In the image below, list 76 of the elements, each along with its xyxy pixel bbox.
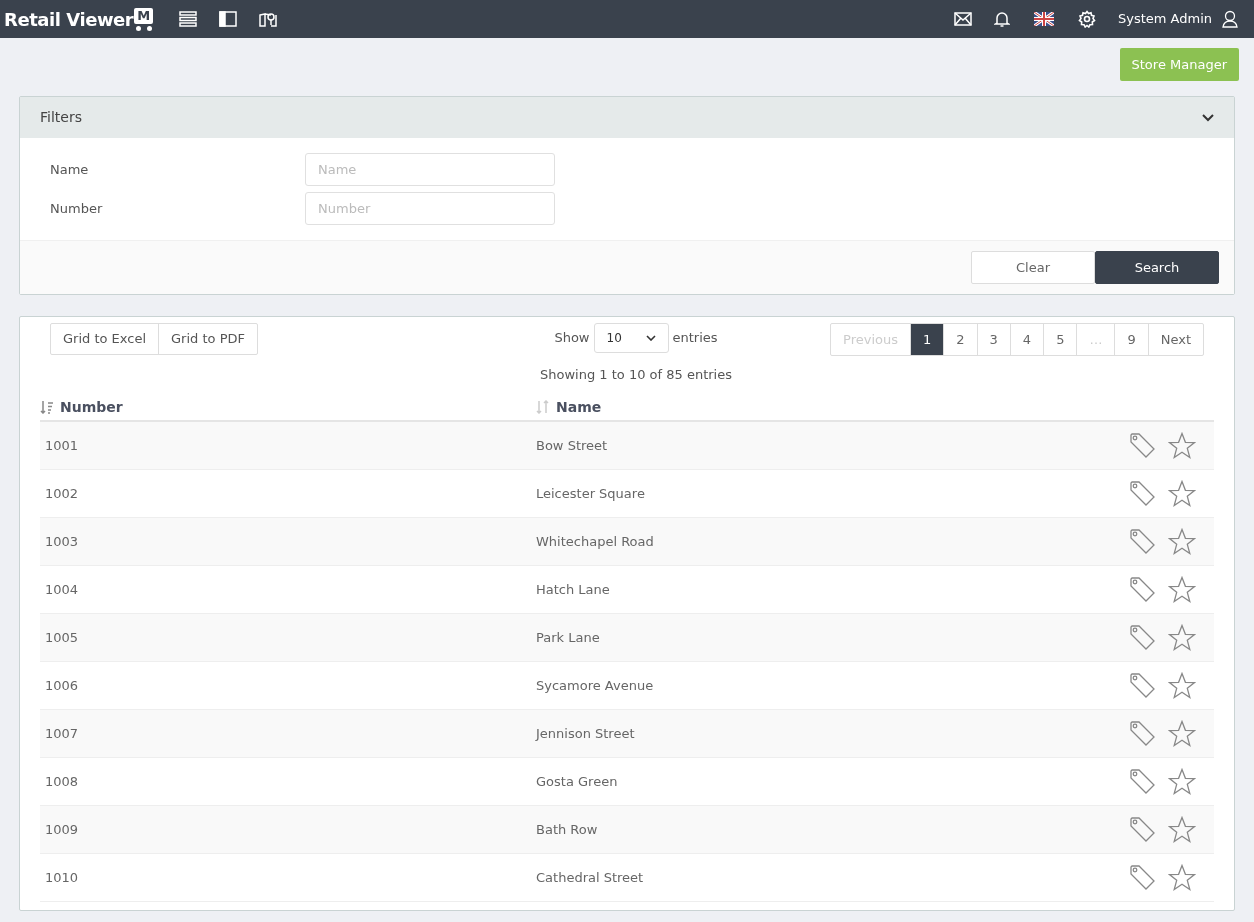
page-link[interactable]: 4 — [1009, 324, 1044, 355]
table-cell: Gosta Green — [536, 773, 618, 789]
page-link[interactable]: 2 — [943, 324, 977, 355]
column-header[interactable]: Number — [60, 396, 123, 418]
clear-button[interactable]: Clear — [971, 251, 1095, 284]
star-icon[interactable] — [1168, 575, 1196, 604]
table-cell: 1009 — [45, 821, 79, 837]
tag-icon[interactable] — [1129, 816, 1156, 843]
page-link[interactable]: 1 — [910, 324, 944, 355]
export-button[interactable]: Grid to Excel — [51, 324, 159, 354]
table-cell: Jennison Street — [536, 725, 635, 741]
table-cell: Whitechapel Road — [536, 533, 654, 549]
page-link[interactable]: 5 — [1043, 324, 1077, 355]
tag-icon[interactable] — [1129, 864, 1156, 891]
field-label: Number — [50, 199, 104, 218]
tag-icon[interactable] — [1129, 480, 1156, 507]
column-header[interactable]: Name — [556, 396, 602, 418]
table-cell: 1007 — [45, 725, 79, 741]
flag-icon[interactable] — [1033, 12, 1054, 26]
star-icon[interactable] — [1168, 527, 1196, 556]
filters-title: Filters — [40, 108, 82, 127]
page-link[interactable]: Next — [1147, 324, 1203, 355]
entries-info: Showing 1 to 10 of 85 entries — [540, 366, 732, 384]
tag-icon[interactable] — [1129, 672, 1156, 699]
star-icon[interactable] — [1168, 719, 1196, 748]
tag-icon[interactable] — [1129, 528, 1156, 555]
tag-icon[interactable] — [1129, 768, 1156, 795]
search-button[interactable]: Search — [1095, 251, 1219, 284]
chevron-icon[interactable] — [1202, 113, 1214, 122]
table-cell: 1001 — [45, 437, 79, 453]
tag-icon[interactable] — [1129, 624, 1156, 651]
table-cell: 1003 — [45, 533, 79, 549]
show-label: Show — [554, 329, 590, 348]
filters-header[interactable]: Filters — [20, 97, 1234, 138]
table-cell: Sycamore Avenue — [536, 677, 654, 693]
star-icon[interactable] — [1168, 863, 1196, 892]
list-icon[interactable] — [179, 11, 198, 27]
map-pin-icon[interactable] — [259, 11, 278, 27]
user-name[interactable]: System Admin — [1117, 9, 1212, 29]
sort-icon[interactable] — [40, 400, 54, 414]
table-cell: 1004 — [45, 581, 79, 597]
page-link[interactable]: 3 — [976, 324, 1010, 355]
table-cell: Bow Street — [536, 437, 608, 453]
table-cell: 1006 — [45, 677, 79, 693]
page-size-select[interactable]: 10 — [593, 323, 669, 353]
field-label: Name — [50, 160, 90, 179]
table-cell: Bath Row — [536, 821, 598, 837]
table-cell: 1002 — [45, 485, 79, 501]
logo-text: Retail Viewer — [4, 7, 134, 32]
star-icon[interactable] — [1168, 431, 1196, 460]
tag-icon[interactable] — [1129, 432, 1156, 459]
star-icon[interactable] — [1168, 815, 1196, 844]
user-icon[interactable] — [1222, 10, 1238, 28]
star-icon[interactable] — [1168, 671, 1196, 700]
input-field[interactable]: Name — [305, 153, 555, 186]
table-cell: Hatch Lane — [536, 581, 610, 597]
export-button[interactable]: Grid to PDF — [158, 324, 257, 354]
bell-icon[interactable] — [993, 11, 1010, 27]
tag-icon[interactable] — [1129, 576, 1156, 603]
tag-icon[interactable] — [1129, 720, 1156, 747]
table-cell: 1005 — [45, 629, 79, 645]
settings-icon[interactable] — [1077, 10, 1096, 28]
table-cell: 1008 — [45, 773, 79, 789]
star-icon[interactable] — [1168, 767, 1196, 796]
input-field[interactable]: Number — [305, 192, 555, 225]
table-cell: 1010 — [45, 869, 79, 885]
entries-label: entries — [672, 329, 718, 348]
star-icon[interactable] — [1168, 623, 1196, 652]
star-icon[interactable] — [1168, 479, 1196, 508]
table-cell: Cathedral Street — [536, 869, 644, 885]
caret-icon[interactable] — [645, 335, 656, 341]
page-link[interactable]: 9 — [1114, 324, 1148, 355]
sidebar-toggle-icon[interactable] — [219, 11, 238, 27]
table-cell: Leicester Square — [536, 485, 645, 501]
table-cell: Park Lane — [536, 629, 600, 645]
mail-icon[interactable] — [953, 12, 972, 26]
